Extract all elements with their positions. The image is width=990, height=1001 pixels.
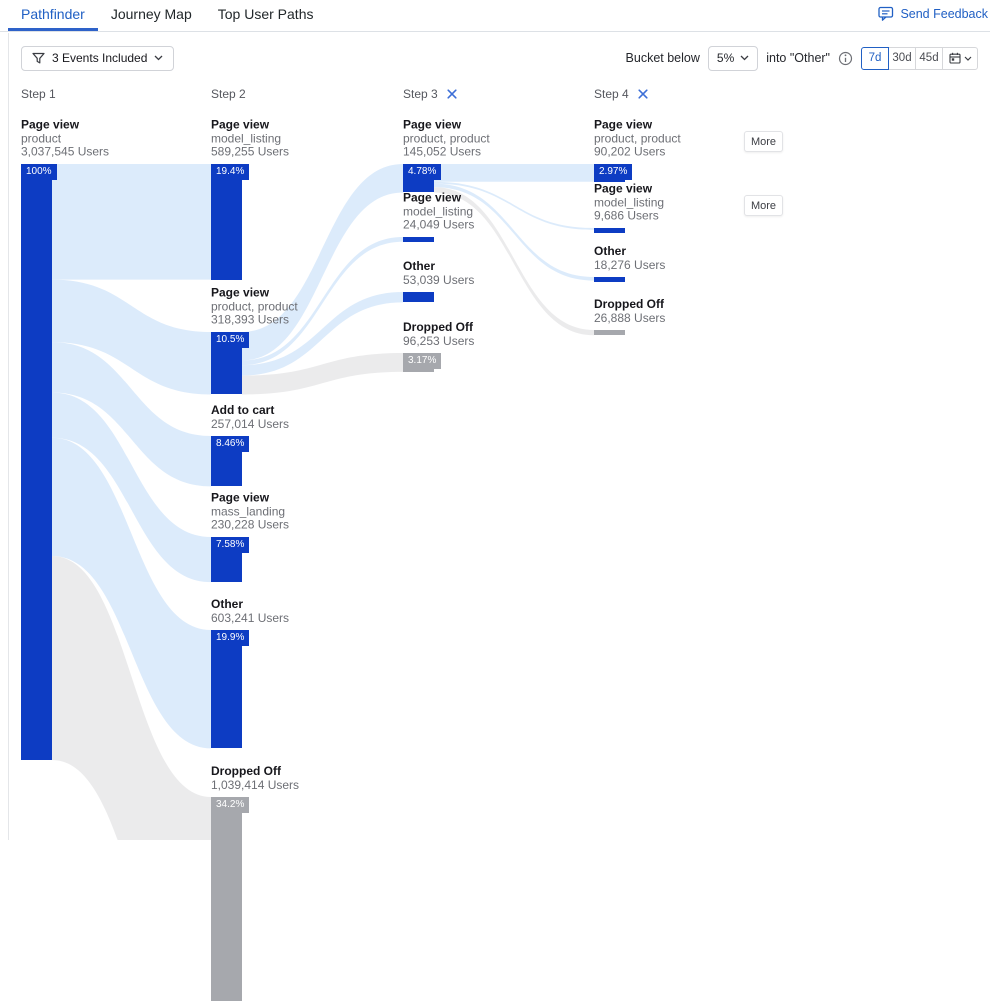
node-title: Add to cart [211, 404, 289, 418]
node-users: 53,039 Users [403, 274, 474, 288]
node-percent-badge: 19.4% [211, 164, 249, 180]
sankey-node-bar[interactable] [594, 228, 625, 233]
node-users: 1,039,414 Users [211, 779, 299, 793]
node-title: Other [211, 598, 289, 612]
pathfinder-sankey: Step 1100%Page viewproduct3,037,545 User… [0, 0, 990, 840]
node-title: Page view [211, 287, 298, 301]
sankey-node-bar[interactable] [211, 797, 242, 1001]
node-subtitle: product, product [211, 300, 298, 314]
node-title: Page view [594, 183, 664, 197]
node-label[interactable]: Dropped Off26,888 Users [594, 298, 665, 330]
node-users: 90,202 Users [594, 146, 681, 160]
sankey-flow [52, 164, 211, 280]
node-subtitle: model_listing [403, 205, 474, 219]
node-users: 257,014 Users [211, 418, 289, 432]
node-percent-badge: 34.2% [211, 797, 249, 813]
node-title: Page view [403, 119, 490, 133]
node-title: Dropped Off [594, 298, 665, 312]
step-label: Step 3 [403, 87, 438, 101]
node-subtitle: model_listing [211, 132, 289, 146]
node-title: Other [594, 245, 665, 259]
node-label[interactable]: Page viewproduct, product318,393 Users [211, 287, 298, 333]
step-header: Step 3 [403, 87, 458, 101]
node-users: 318,393 Users [211, 314, 298, 328]
node-subtitle: product, product [403, 132, 490, 146]
sankey-node-bar[interactable] [21, 164, 52, 760]
node-title: Dropped Off [211, 765, 299, 779]
node-users: 9,686 Users [594, 210, 664, 224]
step-header: Step 2 [211, 87, 246, 101]
node-label[interactable]: Page viewmass_landing230,228 Users [211, 492, 289, 538]
sankey-flow [434, 164, 594, 182]
close-step-icon[interactable] [637, 88, 649, 100]
node-label[interactable]: Page viewproduct, product90,202 Users [594, 119, 681, 165]
node-percent-badge: 7.58% [211, 537, 249, 553]
node-subtitle: product, product [594, 132, 681, 146]
range-label: 7d [869, 52, 882, 64]
node-title: Other [403, 260, 474, 274]
node-percent-badge: 8.46% [211, 436, 249, 452]
step-label: Step 2 [211, 87, 246, 101]
sankey-node-bar[interactable] [403, 292, 434, 302]
node-users: 230,228 Users [211, 519, 289, 533]
step-label: Step 4 [594, 87, 629, 101]
range-7d-button[interactable]: 7d [861, 47, 889, 70]
node-title: Dropped Off [403, 321, 474, 335]
node-label[interactable]: Dropped Off96,253 Users [403, 321, 474, 353]
node-users: 18,276 Users [594, 259, 665, 273]
node-title: Page view [594, 119, 681, 133]
node-percent-badge: 4.78% [403, 164, 441, 180]
sankey-flows [0, 0, 990, 840]
close-step-icon[interactable] [446, 88, 458, 100]
node-users: 96,253 Users [403, 335, 474, 349]
more-button[interactable]: More [744, 195, 783, 216]
sankey-node-bar[interactable] [211, 164, 242, 280]
node-title: Page view [211, 492, 289, 506]
step-label: Step 1 [21, 87, 56, 101]
node-label[interactable]: Page viewproduct3,037,545 Users [21, 119, 109, 165]
node-label[interactable]: Other603,241 Users [211, 598, 289, 630]
node-title: Page view [211, 119, 289, 133]
more-button[interactable]: More [744, 131, 783, 152]
node-users: 603,241 Users [211, 612, 289, 626]
node-title: Page view [403, 192, 474, 206]
node-label[interactable]: Page viewmodel_listing589,255 Users [211, 119, 289, 165]
node-users: 3,037,545 Users [21, 146, 109, 160]
node-title: Page view [21, 119, 109, 133]
sankey-node-bar[interactable] [211, 630, 242, 748]
node-percent-badge: 2.97% [594, 164, 632, 180]
node-label[interactable]: Dropped Off1,039,414 Users [211, 765, 299, 797]
node-users: 589,255 Users [211, 146, 289, 160]
node-label[interactable]: Other18,276 Users [594, 245, 665, 277]
node-subtitle: product [21, 132, 109, 146]
node-users: 24,049 Users [403, 219, 474, 233]
node-subtitle: mass_landing [211, 505, 289, 519]
node-label[interactable]: Page viewmodel_listing24,049 Users [403, 192, 474, 238]
node-percent-badge: 19.9% [211, 630, 249, 646]
node-label[interactable]: Page viewproduct, product145,052 Users [403, 119, 490, 165]
step-header: Step 4 [594, 87, 649, 101]
node-label[interactable]: Other53,039 Users [403, 260, 474, 292]
sankey-node-bar[interactable] [594, 330, 625, 335]
sankey-node-bar[interactable] [403, 237, 434, 242]
node-label[interactable]: Add to cart257,014 Users [211, 404, 289, 436]
step-header: Step 1 [21, 87, 56, 101]
node-users: 26,888 Users [594, 312, 665, 326]
node-percent-badge: 100% [21, 164, 57, 180]
node-percent-badge: 10.5% [211, 332, 249, 348]
node-label[interactable]: Page viewmodel_listing9,686 Users [594, 183, 664, 229]
node-subtitle: model_listing [594, 196, 664, 210]
node-users: 145,052 Users [403, 146, 490, 160]
node-percent-badge: 3.17% [403, 353, 441, 369]
sankey-node-bar[interactable] [594, 277, 625, 282]
